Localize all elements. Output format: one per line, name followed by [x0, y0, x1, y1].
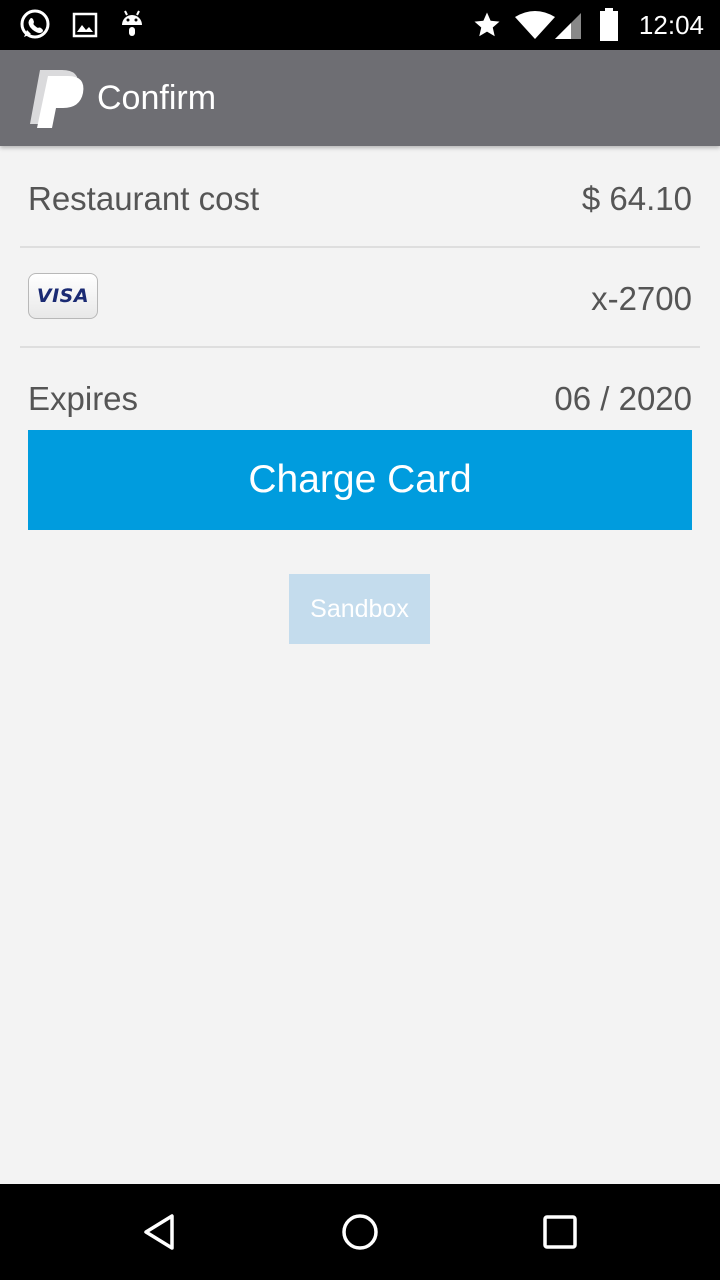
paypal-logo[interactable]	[26, 66, 86, 130]
charge-card-button[interactable]: Charge Card	[28, 430, 692, 530]
image-icon	[72, 12, 98, 42]
sandbox-badge: Sandbox	[289, 574, 430, 644]
visa-card-icon: VISA	[28, 273, 98, 319]
card-brand: VISA	[36, 285, 90, 307]
battery-icon	[598, 8, 620, 46]
cost-row: Restaurant cost $ 64.10	[20, 146, 700, 246]
navigation-bar	[0, 1184, 720, 1280]
whatsapp-icon	[18, 8, 52, 46]
status-bar: 12:04	[0, 0, 720, 50]
signal-icon	[553, 11, 583, 45]
card-number: x-2700	[591, 280, 692, 317]
clock: 12:04	[638, 10, 704, 40]
page-title: Confirm	[97, 79, 217, 117]
star-icon	[472, 10, 502, 44]
home-icon[interactable]	[330, 1202, 390, 1262]
recents-icon[interactable]	[530, 1202, 590, 1262]
expires-row: Expires 06 / 2020	[20, 348, 700, 428]
back-icon[interactable]	[130, 1202, 190, 1262]
cost-value: $ 64.10	[581, 180, 692, 217]
android-icon	[118, 9, 146, 45]
expires-value: 06 / 2020	[554, 380, 692, 417]
app-bar: Confirm	[0, 50, 720, 146]
wifi-icon	[515, 11, 555, 45]
cost-label: Restaurant cost	[28, 180, 260, 217]
card-row: VISA x-2700	[20, 248, 700, 346]
expires-label: Expires	[28, 380, 139, 417]
